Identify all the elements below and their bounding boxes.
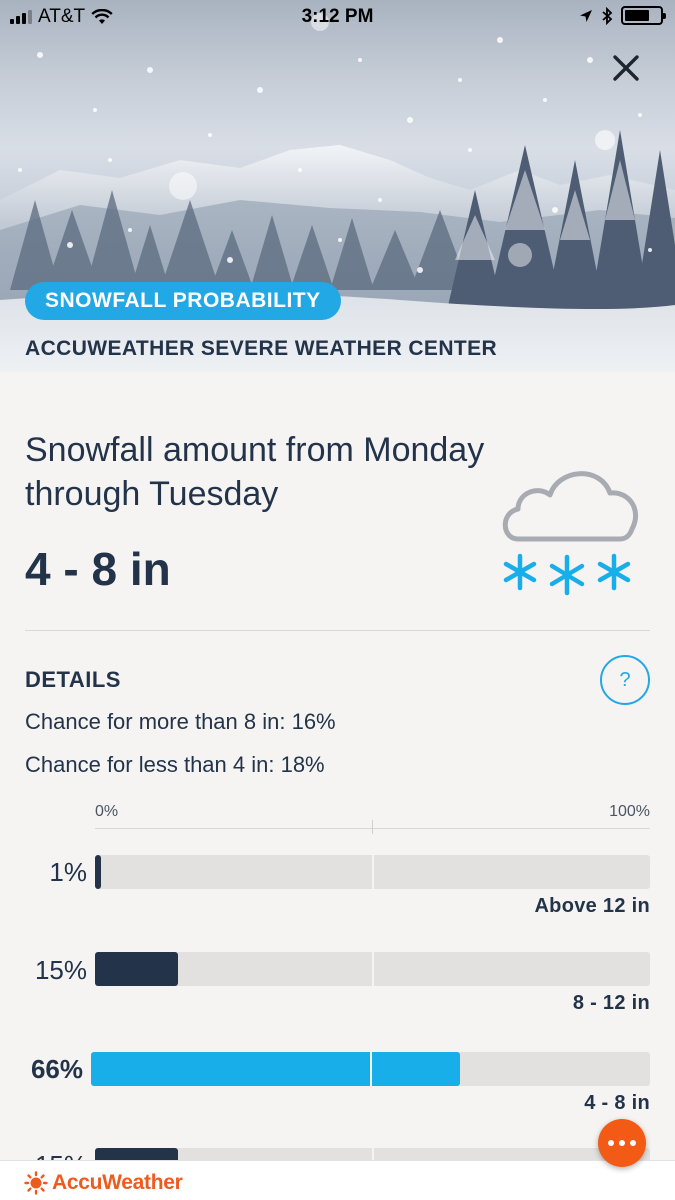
bar-fill [91,1052,460,1086]
close-icon [613,55,639,81]
axis-max-label: 100% [609,803,650,820]
sun-logo-icon [24,1171,48,1195]
bar-track [95,952,650,986]
axis-min-label: 0% [95,803,119,820]
bar-midline [372,855,374,889]
status-right [579,6,666,25]
bar-midline [370,1052,372,1086]
bar-category-label: 4 - 8 in [584,1092,650,1114]
hero-subtitle: ACCUWEATHER SEVERE WEATHER CENTER [25,337,498,360]
help-button[interactable]: ? [600,655,650,705]
bar-midline [372,952,374,986]
bar-fill [95,952,179,986]
bar-value-label: 66% [30,1054,83,1084]
detail-more-than-8: Chance for more than 8 in: 16% [25,709,336,734]
detail-less-than-4: Chance for less than 4 in: 18% [25,752,325,777]
more-dot [619,1140,625,1146]
bar-track [91,1052,650,1086]
battery-icon [621,6,666,25]
brand-name: AccuWeather [52,1171,183,1194]
details-title: DETAILS [25,667,121,692]
accuweather-logo[interactable]: AccuWeather [24,1171,183,1195]
cloud-snow-icon [502,471,639,596]
footer-bar: AccuWeather [0,1160,675,1200]
more-button[interactable] [598,1119,646,1167]
snowfall-probability-badge: SNOWFALL PROBABILITY [25,282,341,320]
close-button[interactable] [604,50,648,88]
axis-mid-tick [372,820,373,834]
location-arrow-icon [580,9,592,22]
bar-fill [95,855,101,889]
help-icon: ? [619,668,631,691]
more-dot [630,1140,636,1146]
bar-category-label: 8 - 12 in [572,992,650,1014]
hero-banner: AT&T 3:12 PM SNOWFALL PROBABILITY ACCUWE… [0,0,675,372]
bar-value-label: 15% [34,955,87,985]
status-time: 3:12 PM [301,6,374,27]
snowfall-amount: 4 - 8 in [25,543,171,595]
bluetooth-icon [602,6,613,25]
bar-track [95,855,650,889]
bar-category-label: Above 12 in [534,895,650,917]
section-divider [25,630,650,631]
more-dots-icon [608,1140,614,1146]
status-bar: AT&T 3:12 PM [0,0,675,36]
bar-value-label: 1% [49,857,87,887]
snowfall-headline: Snowfall amount from Monday through Tues… [25,431,485,513]
